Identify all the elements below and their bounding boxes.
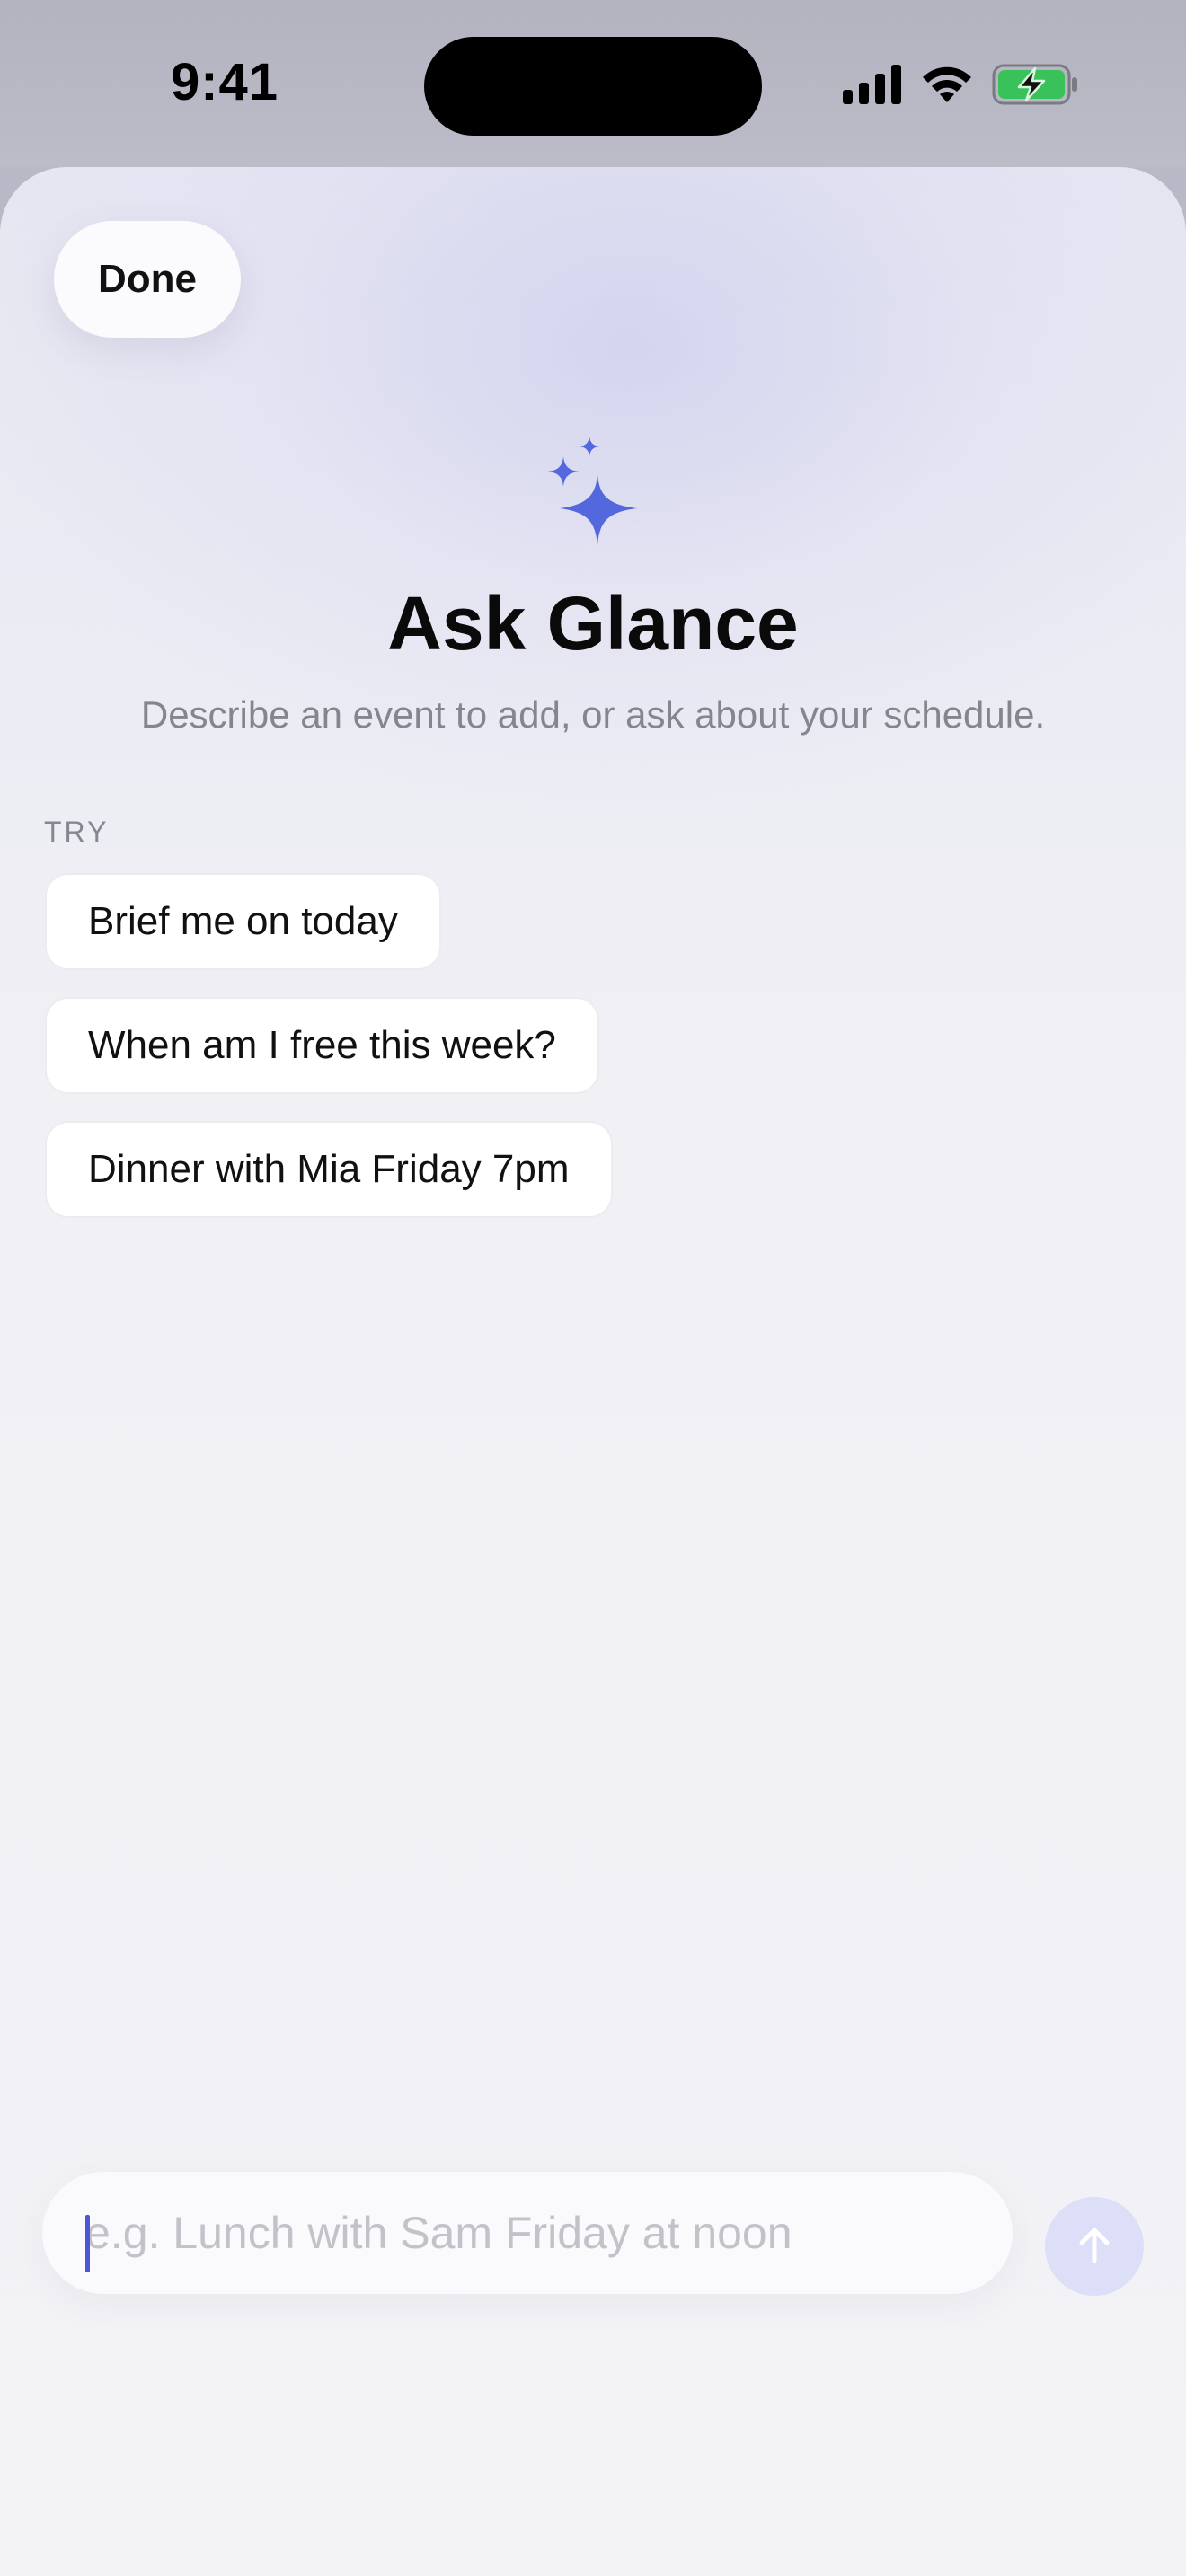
cellular-signal-icon: [843, 64, 902, 109]
sparkles-icon: [544, 435, 642, 551]
try-section-label: TRY: [44, 816, 110, 848]
battery-charging-icon: [992, 63, 1078, 110]
suggestion-chip[interactable]: Dinner with Mia Friday 7pm: [45, 1121, 613, 1218]
done-button[interactable]: Done: [54, 221, 241, 338]
composer-pill: [42, 2172, 1013, 2294]
suggestion-chip[interactable]: Brief me on today: [45, 873, 441, 970]
status-bar: 9:41: [0, 0, 1186, 167]
text-caret: [85, 2215, 90, 2272]
wifi-icon: [920, 65, 974, 109]
suggestion-chip[interactable]: When am I free this week?: [45, 997, 599, 1094]
dynamic-island: [424, 37, 762, 136]
arrow-up-icon: [1069, 2219, 1120, 2274]
status-icons: [843, 63, 1078, 110]
ask-input[interactable]: [85, 2172, 984, 2294]
page-subtitle: Describe an event to add, or ask about y…: [140, 693, 1046, 736]
page-title: Ask Glance: [387, 581, 799, 666]
send-button[interactable]: [1045, 2197, 1144, 2296]
status-time: 9:41: [170, 53, 279, 111]
